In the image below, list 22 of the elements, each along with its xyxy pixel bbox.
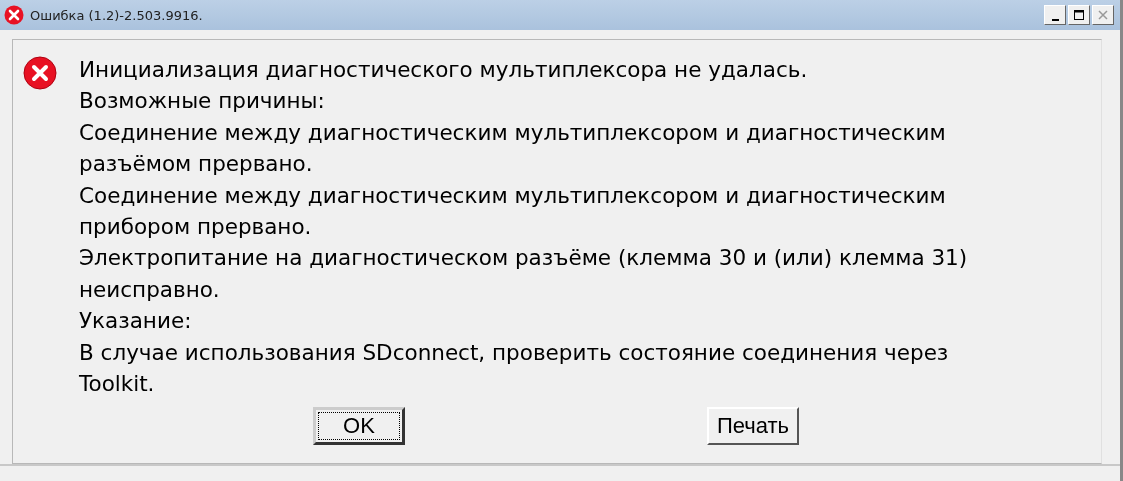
message-text: Электропитание на диагностическом разъёме (клемма 30 и (или) клемма 31): [79, 244, 969, 273]
minimize-button[interactable]: [1044, 5, 1066, 25]
minimize-icon: [1051, 18, 1059, 21]
maximize-icon: [1073, 9, 1085, 21]
window-title: Ошибка (1.2)-2.503.9916.: [30, 7, 203, 23]
maximize-button[interactable]: [1068, 5, 1090, 25]
message-text: Toolkit.: [79, 370, 156, 399]
error-icon: [23, 56, 57, 90]
close-button[interactable]: [1092, 5, 1114, 25]
message-text: неисправно.: [79, 275, 221, 304]
message-text: В случае использования SDconnect, проверить состояние соединения через: [79, 338, 950, 367]
ok-button[interactable]: OK: [313, 407, 405, 446]
close-icon: [1097, 9, 1109, 21]
message-text: Возможные причины:: [79, 87, 326, 116]
error-icon: [4, 5, 24, 25]
message-text: Инициализация диагностического мультиплексора не удалась.: [79, 56, 809, 84]
message-text: разъёмом прервано.: [79, 150, 314, 179]
print-button[interactable]: Печать: [707, 407, 799, 446]
message-text: прибором прервано.: [79, 213, 313, 242]
message-text: Соединение между диагностическим мультиплексором и диагностическим: [79, 181, 947, 210]
message-text: Соединение между диагностическим мультиплексором и диагностическим: [79, 118, 947, 147]
message-text: Указание:: [79, 307, 193, 336]
